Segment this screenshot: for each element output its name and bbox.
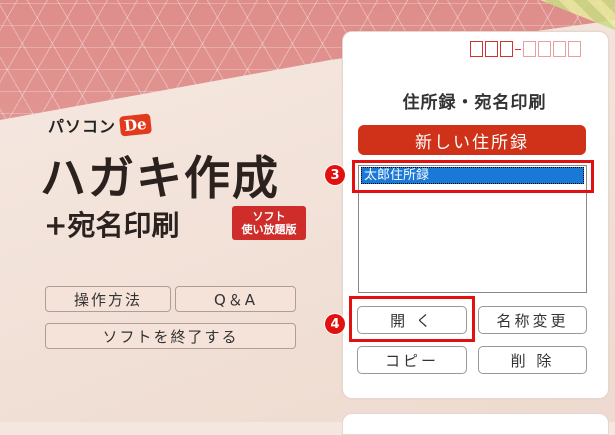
new-address-book-button[interactable]: 新しい住所録 — [358, 125, 586, 155]
step-3-marker: 3 — [325, 165, 345, 185]
step-4-marker: 4 — [325, 314, 345, 334]
howto-button[interactable]: 操作方法 — [45, 286, 171, 312]
edition-badge: ソフト 使い放題版 — [232, 206, 306, 240]
badge-line-1: ソフト — [252, 210, 286, 223]
brand-name: パソコン — [48, 117, 117, 136]
rename-button[interactable]: 名称変更 — [478, 306, 587, 334]
step3-highlight-frame — [352, 160, 594, 193]
de-logo-icon: De — [119, 113, 152, 137]
app-subtitle: +宛名印刷 — [44, 209, 180, 242]
quit-button[interactable]: ソフトを終了する — [45, 323, 296, 349]
postal-code-icon — [470, 41, 581, 57]
brand-logo-group: パソコン De — [48, 113, 152, 137]
delete-button[interactable]: 削 除 — [478, 346, 587, 374]
badge-line-2: 使い放題版 — [241, 223, 297, 236]
app-title: ハガキ作成 — [40, 151, 280, 205]
step4-highlight-frame — [349, 296, 475, 342]
qa-button[interactable]: Q＆A — [175, 286, 296, 312]
copy-button[interactable]: コピー — [357, 346, 467, 374]
secondary-panel-edge — [342, 413, 609, 435]
panel-title: 住所録・宛名印刷 — [402, 93, 547, 113]
